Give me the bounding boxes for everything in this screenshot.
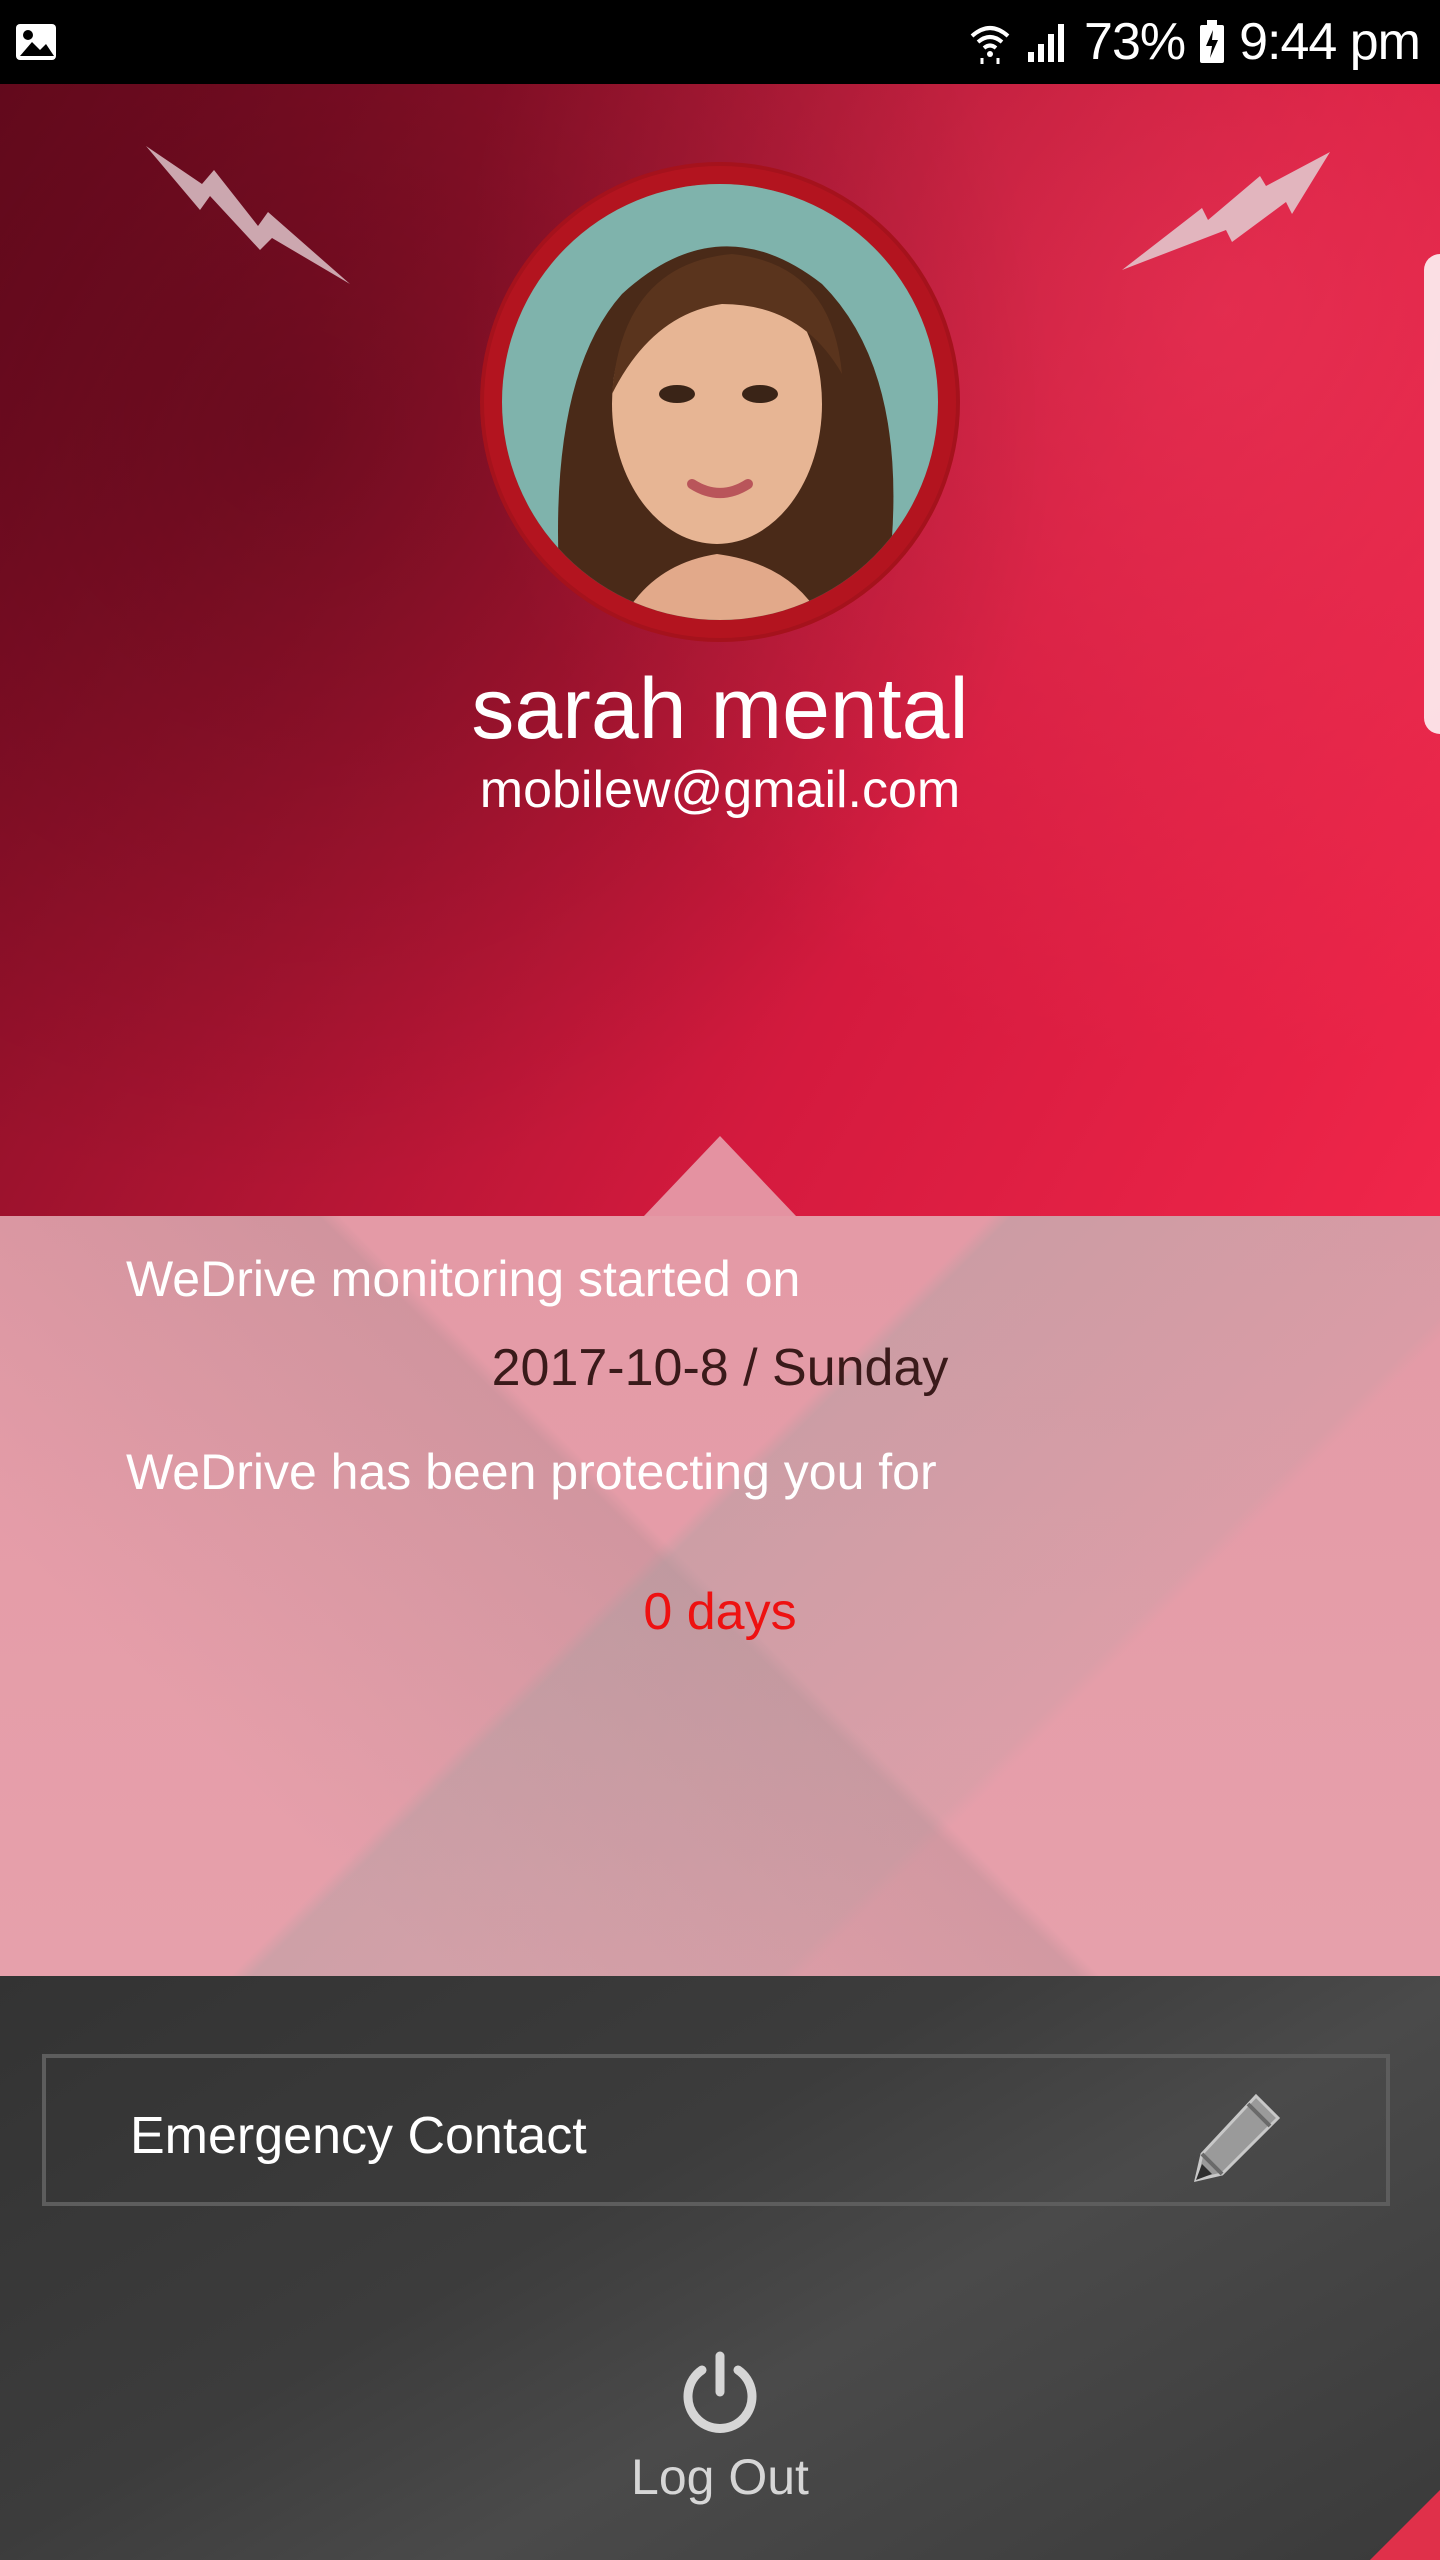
monitoring-start-date: 2017-10-8 / Sunday (491, 1339, 949, 1397)
monitoring-started-label: WeDrive monitoring started on (126, 1251, 801, 1307)
avatar[interactable] (480, 162, 960, 642)
panel-notch (644, 1136, 796, 1216)
battery-charging-icon (1200, 20, 1225, 63)
battery-percent: 73% (1084, 13, 1186, 71)
lightning-right-icon (1122, 152, 1330, 270)
status-right: 73% 9:44 pm (968, 0, 1421, 84)
lightning-left-icon (146, 146, 350, 284)
emergency-contact-row[interactable]: Emergency Contact (42, 2054, 1390, 2206)
protecting-label: WeDrive has been protecting you for (126, 1444, 937, 1500)
status-bar: 73% 9:44 pm (0, 0, 1440, 84)
protected-days: 0 days (643, 1583, 797, 1641)
profile-photo-art (502, 184, 938, 620)
corner-accent (1370, 2490, 1440, 2560)
emergency-contact-label: Emergency Contact (130, 2107, 587, 2165)
logout-button[interactable]: Log Out (560, 2350, 880, 2530)
wifi-icon (970, 26, 1010, 64)
image-icon (16, 24, 56, 60)
user-email: mobilew@gmail.com (479, 761, 961, 819)
logout-label: Log Out (631, 2449, 809, 2505)
profile-photo (502, 184, 938, 620)
pencil-icon[interactable] (1186, 2088, 1286, 2188)
user-name: sarah mental (471, 661, 969, 757)
power-icon (683, 2351, 757, 2433)
clock: 9:44 pm (1239, 13, 1421, 71)
signal-icon (1028, 24, 1065, 62)
